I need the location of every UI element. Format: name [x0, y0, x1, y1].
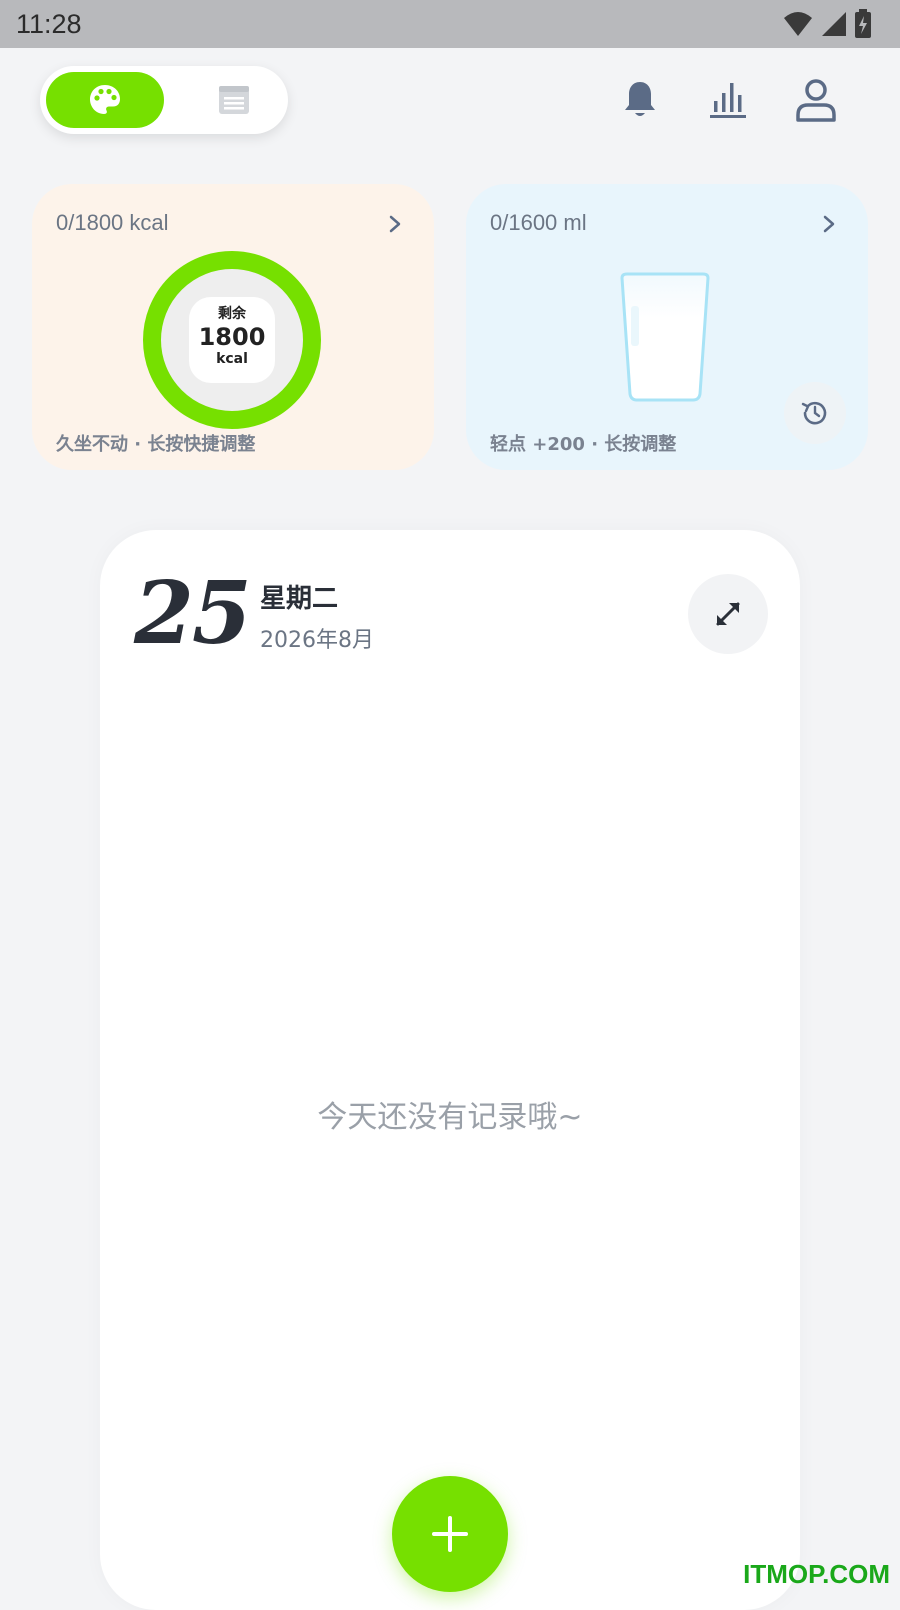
status-bar: 11:28 [0, 0, 900, 48]
watermark: ITMOP.COM [743, 1559, 890, 1589]
ring-label: 剩余 [218, 306, 246, 322]
water-hint: 轻点 +200 · 长按调整 [490, 434, 677, 455]
signal-icon [822, 12, 846, 36]
stats-icon [710, 83, 746, 118]
plus-icon [432, 1516, 468, 1552]
mode-list-button[interactable] [190, 72, 278, 128]
status-icons [782, 9, 872, 39]
water-history-button[interactable] [784, 382, 846, 444]
water-summary: 0/1600 ml [490, 210, 587, 235]
mode-toggle[interactable] [40, 66, 288, 134]
palette-icon [90, 85, 120, 114]
chevron-right-icon[interactable] [820, 214, 838, 234]
water-glass-icon[interactable] [618, 272, 712, 404]
bell-icon [625, 82, 655, 116]
weekday-label: 星期二 [260, 584, 339, 614]
list-view-icon [219, 86, 249, 114]
statistics-button[interactable] [704, 76, 752, 124]
expand-button[interactable] [688, 574, 768, 654]
notifications-button[interactable] [616, 76, 664, 124]
wifi-icon [784, 12, 812, 36]
calorie-summary: 0/1800 kcal [56, 210, 169, 235]
day-number: 25 [134, 563, 252, 664]
status-time: 11:28 [16, 9, 82, 39]
ring-value: 1800 [198, 323, 266, 351]
water-card[interactable]: 0/1600 ml 轻点 +200 · 长按调整 [466, 184, 868, 470]
ring-center: 剩余 1800 kcal [189, 297, 275, 383]
year-month-label: 2026年8月 [260, 628, 374, 653]
day-card: 25 星期二 2026年8月 今天还没有记录哦~ [100, 530, 800, 1610]
calorie-hint: 久坐不动 · 长按快捷调整 [56, 434, 256, 455]
expand-icon [716, 602, 740, 626]
profile-button[interactable] [792, 76, 840, 124]
mode-palette-button[interactable] [46, 72, 164, 128]
ring-unit: kcal [216, 351, 248, 367]
profile-icon [796, 79, 836, 122]
empty-state-message: 今天还没有记录哦~ [317, 1100, 583, 1135]
chevron-right-icon[interactable] [386, 214, 404, 234]
add-record-button[interactable] [392, 1476, 508, 1592]
history-icon [801, 401, 827, 425]
battery-icon [855, 9, 871, 38]
calorie-card[interactable]: 0/1800 kcal 剩余 1800 kcal 久坐不动 · 长按快捷调整 [32, 184, 434, 470]
calorie-ring: 剩余 1800 kcal [142, 250, 322, 430]
